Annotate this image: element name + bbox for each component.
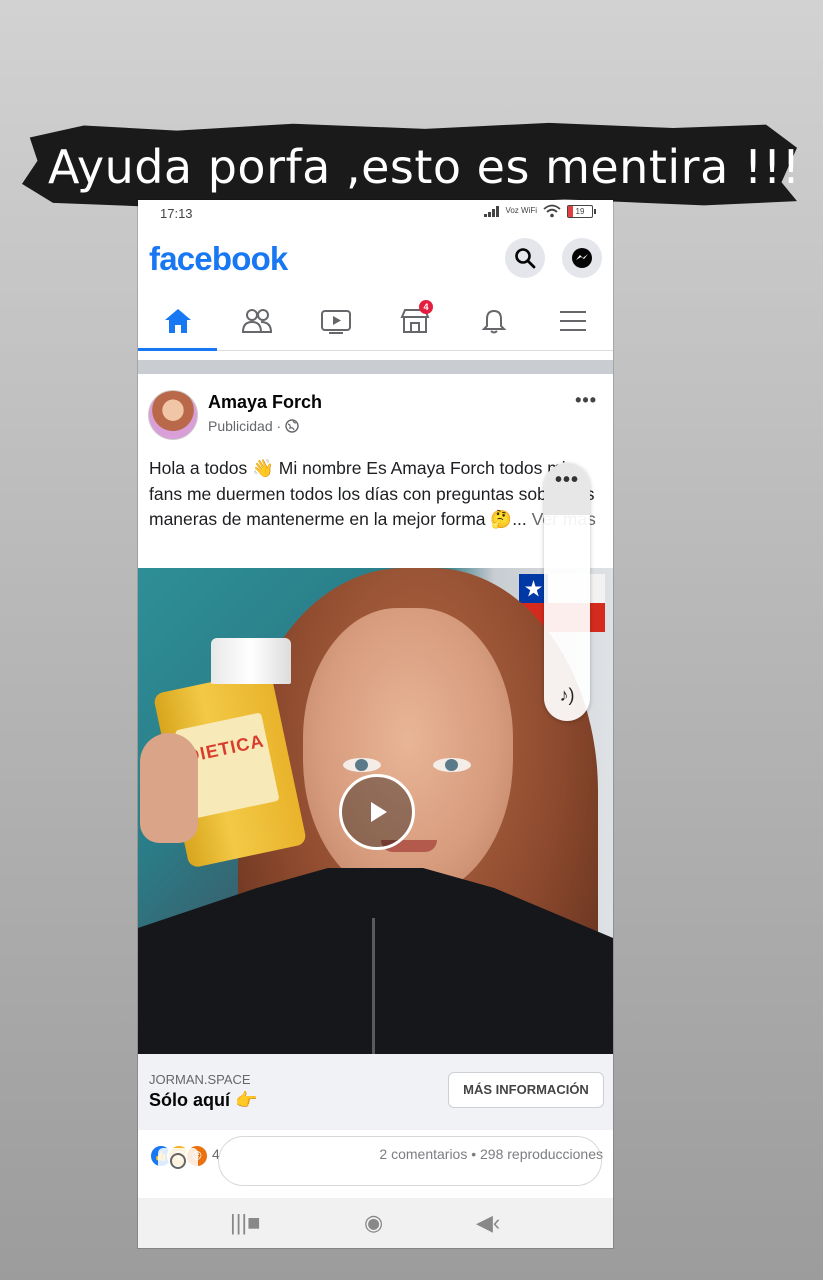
facebook-nav: 4 xyxy=(138,292,613,351)
android-nav-bar: |||■ ◉ ◀‹ xyxy=(138,1198,613,1248)
battery-icon: 19 xyxy=(567,204,596,218)
author-avatar[interactable] xyxy=(148,390,198,440)
search-button[interactable] xyxy=(505,238,545,278)
battery-level: 19 xyxy=(575,206,585,216)
music-note-icon[interactable]: ♪) xyxy=(544,685,590,706)
play-button[interactable] xyxy=(339,774,415,850)
ad-headline: Sólo aquí 👉 xyxy=(149,1090,258,1110)
friends-icon xyxy=(241,309,272,333)
recents-icon[interactable]: |||■ xyxy=(230,1210,260,1236)
story-more-button[interactable]: ••• xyxy=(544,469,590,492)
tab-watch[interactable] xyxy=(296,292,375,350)
right-eye xyxy=(433,758,471,772)
feed-separator xyxy=(138,360,613,374)
menu-icon xyxy=(559,311,586,331)
post-text: Hola a todos 👋 Mi nombre Es Amaya Forch … xyxy=(149,456,604,533)
post-meta: Publicidad · xyxy=(208,418,299,434)
story-reply-input[interactable]: Responder... xyxy=(218,1136,602,1186)
story-caption: Ayuda porfa ,esto es mentira !!! xyxy=(48,140,801,194)
post-author[interactable]: Amaya Forch xyxy=(208,392,322,413)
search-icon xyxy=(515,248,536,269)
home-icon xyxy=(164,309,191,333)
ad-domain: JORMAN.SPACE xyxy=(149,1072,251,1087)
play-icon xyxy=(371,802,387,822)
watch-icon xyxy=(320,310,351,334)
facebook-header: facebook xyxy=(138,226,613,290)
network-label: Voz WiFi xyxy=(505,206,537,215)
bottle-cap xyxy=(211,638,291,684)
status-bar: 17:13 Voz WiFi 19 xyxy=(138,200,613,226)
messenger-icon xyxy=(572,248,592,268)
tab-home[interactable] xyxy=(138,292,217,351)
left-eye xyxy=(343,758,381,772)
post-video[interactable]: DIETICA xyxy=(138,568,613,1054)
learn-more-button[interactable]: MÁS INFORMACIÓN xyxy=(448,1072,604,1108)
camera-icon[interactable] xyxy=(158,1148,198,1174)
hand xyxy=(140,733,198,843)
tab-menu[interactable] xyxy=(533,292,612,350)
post-options-button[interactable]: ••• xyxy=(575,390,597,411)
home-button-icon[interactable]: ◉ xyxy=(364,1210,383,1236)
facebook-logo[interactable]: facebook xyxy=(149,240,288,278)
signal-icon xyxy=(484,205,500,217)
jacket-zipper xyxy=(372,918,375,1054)
wifi-icon xyxy=(543,204,561,218)
status-icons: Voz WiFi 19 xyxy=(484,204,596,218)
marketplace-badge: 4 xyxy=(419,300,433,314)
tab-notifications[interactable] xyxy=(454,292,533,350)
status-time: 17:13 xyxy=(160,206,193,221)
sponsored-post: Amaya Forch Publicidad · ••• Hola a todo… xyxy=(138,374,613,1248)
person-face xyxy=(303,608,513,898)
tab-marketplace[interactable]: 4 xyxy=(375,292,454,350)
sponsored-label: Publicidad · xyxy=(208,418,282,434)
tab-friends[interactable] xyxy=(217,292,296,350)
back-icon[interactable]: ◀‹ xyxy=(476,1210,500,1236)
story-options-panel: ••• ♪) xyxy=(544,463,590,721)
ad-cta-bar: JORMAN.SPACE Sólo aquí 👉 MÁS INFORMACIÓN xyxy=(138,1054,613,1130)
notifications-icon xyxy=(481,309,506,334)
facebook-screenshot: 17:13 Voz WiFi 19 facebook 4 Amaya Forch… xyxy=(138,200,613,1248)
messenger-button[interactable] xyxy=(562,238,602,278)
globe-icon xyxy=(285,419,299,433)
